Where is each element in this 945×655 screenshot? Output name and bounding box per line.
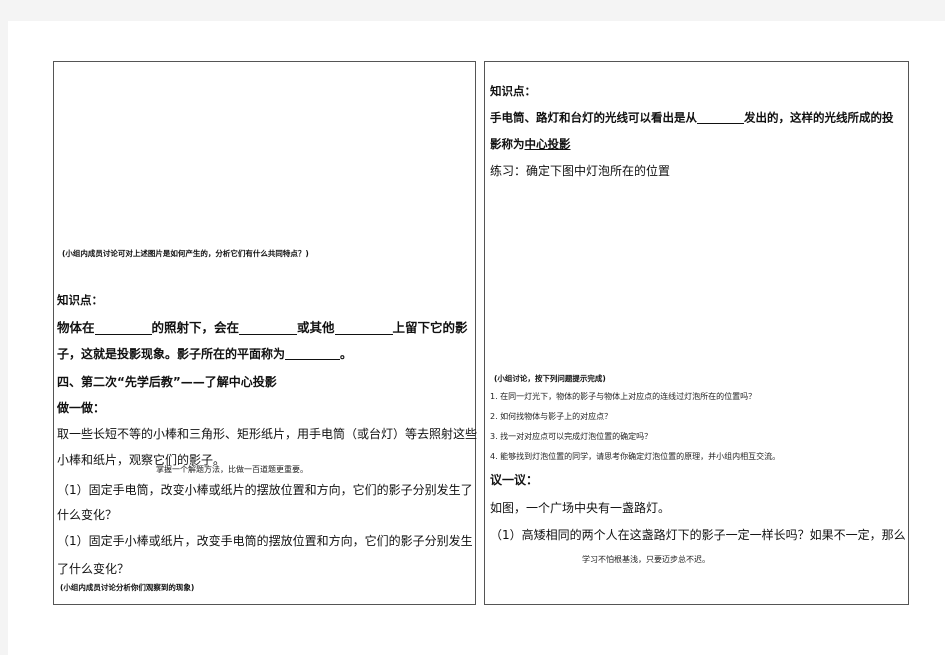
central-projection-term: 中心投影 [524,137,571,151]
knowledge-text: 影称为 [490,137,525,151]
fill-blank[interactable] [94,323,152,335]
discuss-text: （1）高矮相同的两个人在这盏路灯下的影子一定一样长吗？如果不一定，那么 [490,528,906,542]
definition-line-2: 子，这就是投影现象。影子所在的平面称为 。 [57,348,352,360]
fill-blank[interactable] [697,112,744,124]
activity-text: 取一些长短不等的小棒和三角形、矩形纸片，用手电筒（或台灯）等去照射这些 [57,427,478,441]
question-text: 什么变化？ [57,508,118,522]
knowledge-heading: 知识点： [490,84,536,98]
discuss-heading: 议一议： [490,473,539,487]
group-discussion-note: (小组内成员讨论可对上述图片是如何产生的，分析它们有什么共同特点？) [62,249,309,258]
knowledge-text: 手电筒、路灯和台灯的光线可以看出是从 [490,110,697,125]
footer-motto: 掌握一个解题方法，比做一百道题更重要。 [156,465,308,474]
definition-text: 子，这就是投影现象。影子所在的平面称为 [57,347,286,361]
definition-line-1: 物体在 的照射下，会在 或其他 上留下它的影 [57,320,468,335]
section-heading: 四、第二次“先学后教”——了解中心投影 [57,375,277,389]
group-discussion-note: (小组内成员讨论分析你们观察到的现象) [60,583,195,592]
hint-item: 1. 在同一灯光下，物体的影子与物体上对应点的连线过灯泡所在的位置吗？ [490,392,757,401]
question-text: （1）固定手小棒或纸片，改变手电筒的摆放位置和方向，它们的影子分别发生 [57,534,473,548]
fill-blank[interactable] [334,323,393,335]
definition-text: 。 [340,347,353,361]
fill-blank[interactable] [239,323,298,335]
hint-item: 4. 能够找到灯泡位置的同学，请思考你确定灯泡位置的原理，并小组内相互交流。 [490,452,781,461]
exercise-text: 练习：确定下图中灯泡所在的位置 [490,164,671,178]
hint-item: 2. 如何找物体与影子上的对应点？ [490,412,613,421]
knowledge-line-2: 影称为中心投影 [490,137,571,151]
hint-item: 3. 找一对对应点可以完成灯泡位置的确定吗？ [490,432,653,441]
do-it-heading: 做一做： [57,401,106,415]
definition-text: 上留下它的影 [392,320,468,335]
knowledge-line-1: 手电筒、路灯和台灯的光线可以看出是从 发出的，这样的光线所成的投 [490,112,894,124]
discuss-text: 如图，一个广场中央有一盏路灯。 [490,501,671,515]
question-text: （1）固定手电筒，改变小棒或纸片的摆放位置和方向，它们的影子分别发生了 [57,483,473,497]
group-discussion-note: (小组讨论，按下列问题提示完成) [494,374,606,383]
definition-text: 的照射下，会在 [151,320,240,335]
knowledge-heading: 知识点： [57,293,103,307]
knowledge-text: 发出的，这样的光线所成的投 [744,110,894,125]
definition-text: 或其他 [297,320,335,335]
fill-blank[interactable] [285,348,341,360]
question-text: 了什么变化？ [57,562,130,576]
definition-text: 物体在 [57,320,95,335]
footer-motto: 学习不怕根基浅，只要迈步总不迟。 [582,555,710,564]
